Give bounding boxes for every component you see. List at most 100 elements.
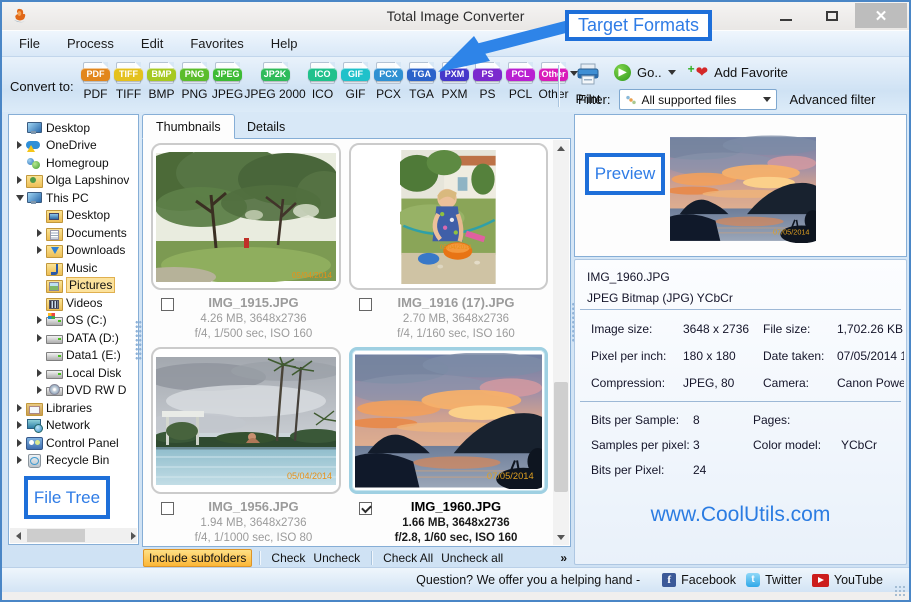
expand-icon[interactable] [17, 404, 22, 412]
expand-icon[interactable] [37, 386, 42, 394]
expand-icon[interactable] [17, 456, 22, 464]
tree-item-local-disk[interactable]: Local Disk [9, 364, 138, 382]
tree-splitter-handle[interactable] [135, 320, 142, 360]
add-favorite-button[interactable]: Add Favorite [714, 65, 788, 80]
menu-process[interactable]: Process [67, 36, 114, 51]
scroll-up-icon[interactable] [553, 140, 569, 156]
youtube-link[interactable]: YouTube [812, 573, 883, 587]
expand-icon[interactable] [17, 176, 22, 184]
tree-item-documents[interactable]: Documents [9, 224, 138, 242]
tree-item-recycle-bin[interactable]: Recycle Bin [9, 452, 138, 470]
checkbox-img-1956[interactable] [161, 502, 174, 515]
tree-item-user[interactable]: Olga Lapshinov [9, 172, 138, 190]
thumbnail-card-img-1956[interactable] [151, 347, 341, 494]
checkbox-img-1960-checked[interactable] [359, 502, 372, 515]
expand-icon[interactable] [17, 439, 22, 447]
tree-horizontal-scrollbar[interactable] [10, 528, 137, 543]
tree-item-music[interactable]: Music [9, 259, 138, 277]
include-subfolders-button[interactable]: Include subfolders [143, 549, 252, 567]
tree-item-os-c[interactable]: OS (C:) [9, 312, 138, 330]
format-jpeg2000-button[interactable]: JP2KJPEG 2000 [244, 62, 306, 101]
format-ico-button[interactable]: ICOICO [306, 62, 339, 101]
uncheck-button[interactable]: Uncheck [313, 551, 360, 565]
collapse-icon[interactable] [16, 195, 24, 201]
format-pcl-button[interactable]: PCLPCL [504, 62, 537, 101]
uncheck-all-button[interactable]: Uncheck all [441, 551, 503, 565]
expand-icon[interactable] [37, 246, 42, 254]
check-button[interactable]: Check [271, 551, 305, 565]
menu-favorites[interactable]: Favorites [190, 36, 243, 51]
format-pdf-button[interactable]: PDFPDF [79, 62, 112, 101]
format-png-button[interactable]: PNGPNG [178, 62, 211, 101]
tree-item-network[interactable]: Network [9, 417, 138, 435]
expand-icon[interactable] [37, 316, 42, 324]
tree-item-pictures[interactable]: Pictures [9, 277, 138, 295]
thumbnail-image-img-1916 [400, 150, 497, 284]
minimize-button[interactable] [763, 3, 809, 28]
scroll-down-icon[interactable] [553, 529, 569, 545]
format-tiff-button[interactable]: TIFFTIFF [112, 62, 145, 101]
videos-folder-icon [46, 296, 63, 310]
downloads-folder-icon [46, 243, 63, 257]
thumbnail-card-img-1915[interactable] [151, 143, 341, 290]
close-button[interactable]: ✕ [855, 3, 907, 28]
format-pxm-button[interactable]: PXMPXM [438, 62, 471, 101]
scrollbar-thumb[interactable] [27, 529, 85, 542]
maximize-button[interactable] [809, 3, 855, 28]
tree-item-desktop-root[interactable]: Desktop [9, 119, 138, 137]
expand-icon[interactable] [17, 421, 22, 429]
facebook-link[interactable]: fFacebook [662, 573, 736, 587]
tree-item-data-d[interactable]: DATA (D:) [9, 329, 138, 347]
coolutils-link[interactable]: www.CoolUtils.com [575, 503, 906, 527]
format-jpeg-button[interactable]: JPEGJPEG [211, 62, 244, 101]
libraries-icon [26, 401, 43, 415]
tree-item-desktop-folder[interactable]: Desktop [9, 207, 138, 225]
thumbnails-vertical-scrollbar[interactable] [553, 140, 569, 545]
tree-item-control-panel[interactable]: Control Panel [9, 434, 138, 452]
go-button[interactable]: Go.. [637, 65, 662, 80]
tab-details[interactable]: Details [234, 114, 298, 139]
menu-edit[interactable]: Edit [141, 36, 163, 51]
scroll-left-icon[interactable] [10, 528, 26, 543]
tree-item-videos[interactable]: Videos [9, 294, 138, 312]
scrollbar-thumb[interactable] [554, 382, 568, 492]
filter-selected-value: All supported files [642, 93, 737, 107]
thumbnail-card-img-1960-selected[interactable] [349, 347, 548, 494]
tree-item-homegroup[interactable]: Homegroup [9, 154, 138, 172]
format-bmp-button[interactable]: BMPBMP [145, 62, 178, 101]
more-chevron-icon[interactable]: » [560, 551, 571, 565]
expand-icon[interactable] [37, 334, 42, 342]
filter-dropdown[interactable]: All supported files [619, 89, 777, 110]
minimize-icon [780, 19, 792, 21]
format-pcx-button[interactable]: PCXPCX [372, 62, 405, 101]
tree-item-onedrive[interactable]: OneDrive [9, 137, 138, 155]
tree-item-data1-e[interactable]: Data1 (E:) [9, 347, 138, 365]
tree-item-dvd-rw[interactable]: DVD RW D [9, 382, 138, 400]
expand-icon[interactable] [17, 141, 22, 149]
go-dropdown-icon[interactable] [668, 70, 676, 75]
check-all-button[interactable]: Check All [383, 551, 433, 565]
tab-thumbnails[interactable]: Thumbnails [142, 114, 235, 139]
advanced-filter-link[interactable]: Advanced filter [790, 92, 876, 107]
format-gif-button[interactable]: GIFGIF [339, 62, 372, 101]
tree-item-libraries[interactable]: Libraries [9, 399, 138, 417]
format-other-button[interactable]: OtherOther [537, 62, 570, 101]
divider [580, 401, 901, 402]
scroll-right-icon[interactable] [120, 528, 136, 543]
properties-grid-1: Image size:3648 x 2736File size:1,702.26… [591, 322, 904, 390]
preview-callout: Preview [585, 153, 665, 195]
filter-dropdown-caret-icon [763, 97, 771, 102]
twitter-link[interactable]: tTwitter [746, 573, 802, 587]
format-ps-button[interactable]: PSPS [471, 62, 504, 101]
tree-item-downloads[interactable]: Downloads [9, 242, 138, 260]
expand-icon[interactable] [37, 229, 42, 237]
menu-file[interactable]: File [19, 36, 40, 51]
checkbox-img-1916[interactable] [359, 298, 372, 311]
menu-help[interactable]: Help [271, 36, 298, 51]
format-tga-button[interactable]: TGATGA [405, 62, 438, 101]
resize-grip[interactable] [894, 585, 906, 597]
expand-icon[interactable] [37, 369, 42, 377]
tree-item-this-pc[interactable]: This PC [9, 189, 138, 207]
thumbnail-card-img-1916[interactable] [349, 143, 548, 290]
checkbox-img-1915[interactable] [161, 298, 174, 311]
